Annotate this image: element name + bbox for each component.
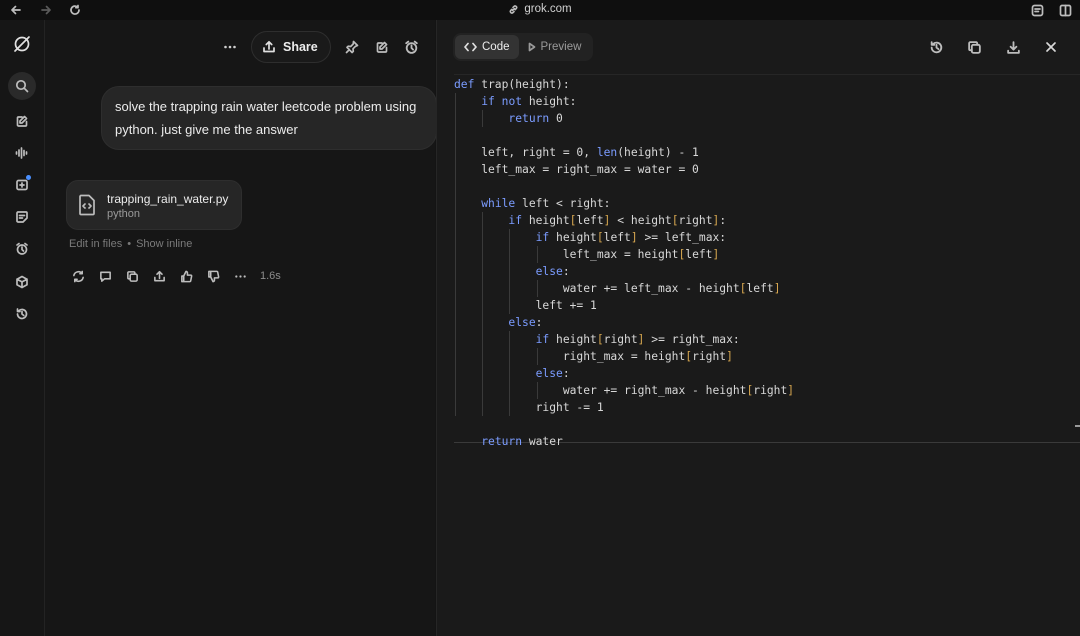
tab-code-label: Code bbox=[482, 41, 510, 53]
share-label: Share bbox=[283, 40, 318, 54]
file-attachment-card[interactable]: trapping_rain_water.py python bbox=[66, 180, 242, 230]
code-line: right_max = height[right] bbox=[454, 350, 733, 363]
download-icon[interactable] bbox=[1003, 37, 1023, 57]
copy-icon[interactable] bbox=[119, 267, 146, 285]
view-tabs: Code Preview bbox=[453, 33, 593, 61]
address-bar[interactable]: grok.com bbox=[0, 3, 1080, 15]
share-button[interactable]: Share bbox=[251, 31, 331, 63]
show-inline-link[interactable]: Show inline bbox=[136, 238, 192, 250]
play-icon bbox=[528, 42, 535, 52]
chat-toolbar: Share bbox=[215, 31, 427, 63]
comment-icon[interactable] bbox=[92, 267, 119, 285]
code-line: else: bbox=[508, 316, 543, 329]
code-line: left_max = height[left] bbox=[454, 248, 720, 261]
scroll-marker bbox=[1075, 425, 1080, 427]
browser-toolbar: grok.com bbox=[0, 0, 1080, 20]
indent-guide bbox=[455, 93, 456, 416]
separator: • bbox=[127, 238, 132, 250]
code-line: else: bbox=[535, 367, 570, 380]
code-line: water += left_max - height[left] bbox=[454, 282, 781, 295]
user-message: solve the trapping rain water leetcode p… bbox=[101, 86, 437, 150]
code-editor[interactable]: def trap(height): if not height: return … bbox=[454, 74, 1080, 448]
indent-guide bbox=[509, 229, 511, 314]
close-icon[interactable] bbox=[1041, 37, 1061, 57]
file-language: python bbox=[107, 208, 141, 220]
code-panel: Code Preview def trap(height): if not he… bbox=[436, 20, 1080, 636]
regenerate-icon[interactable] bbox=[65, 267, 92, 285]
left-nav bbox=[0, 20, 45, 636]
edit-in-files-link[interactable]: Edit in files bbox=[69, 238, 122, 250]
more-options-icon[interactable] bbox=[215, 32, 245, 62]
code-line: left, right = 0, len(height) - 1 bbox=[454, 146, 699, 159]
indent-guide bbox=[482, 212, 484, 416]
tab-preview[interactable]: Preview bbox=[519, 35, 591, 59]
code-line: left += 1 bbox=[454, 299, 597, 312]
code-line: if height[right] >= right_max: bbox=[535, 333, 740, 346]
code-line: if height[left] >= left_max: bbox=[535, 231, 727, 244]
response-actions: 1.6s bbox=[65, 267, 281, 285]
thumbs-up-icon[interactable] bbox=[173, 267, 200, 285]
code-line: while left < right: bbox=[481, 197, 611, 210]
url-text: grok.com bbox=[524, 3, 572, 15]
pin-icon[interactable] bbox=[337, 32, 367, 62]
file-name: trapping_rain_water.py bbox=[107, 192, 229, 206]
share-icon[interactable] bbox=[146, 267, 173, 285]
tasks-icon[interactable] bbox=[8, 235, 36, 263]
indent-guide bbox=[509, 331, 511, 416]
reader-icon[interactable] bbox=[1029, 2, 1045, 18]
thumbs-down-icon[interactable] bbox=[200, 267, 227, 285]
link-icon bbox=[509, 4, 518, 14]
search-icon[interactable] bbox=[8, 72, 36, 100]
notes-icon[interactable] bbox=[8, 203, 36, 231]
chat-panel: Share solve the trapping rain water leet… bbox=[45, 20, 437, 636]
indent-guide bbox=[536, 382, 538, 399]
file-links: Edit in files • Show inline bbox=[69, 238, 192, 250]
indent-guide bbox=[536, 280, 538, 297]
code-file-icon bbox=[77, 194, 97, 216]
alarm-icon[interactable] bbox=[397, 32, 427, 62]
indent-guide bbox=[536, 348, 538, 365]
history-icon[interactable] bbox=[926, 37, 946, 57]
grok-logo-icon[interactable] bbox=[8, 30, 36, 58]
more-options-icon[interactable] bbox=[227, 267, 254, 285]
code-line: return water bbox=[481, 435, 563, 448]
share-icon bbox=[263, 40, 275, 53]
code-line: right -= 1 bbox=[454, 401, 604, 414]
code-icon bbox=[464, 42, 477, 52]
notification-dot bbox=[26, 175, 31, 180]
code-line: water += right_max - height[right] bbox=[454, 384, 795, 397]
code-line: def trap(height): bbox=[454, 78, 570, 91]
workspace-icon[interactable] bbox=[8, 171, 36, 199]
indent-guide bbox=[482, 110, 484, 127]
tab-preview-label: Preview bbox=[540, 41, 582, 53]
code-line: if not height: bbox=[481, 95, 577, 108]
edit-icon[interactable] bbox=[367, 32, 397, 62]
code-line: left_max = right_max = water = 0 bbox=[454, 163, 699, 176]
copy-icon[interactable] bbox=[964, 37, 984, 57]
sidebar-toggle-icon[interactable] bbox=[1057, 2, 1073, 18]
response-time: 1.6s bbox=[260, 270, 281, 282]
code-line: return 0 bbox=[508, 112, 563, 125]
tab-code[interactable]: Code bbox=[455, 35, 519, 59]
history-icon[interactable] bbox=[8, 300, 36, 328]
projects-icon[interactable] bbox=[8, 268, 36, 296]
edit-icon[interactable] bbox=[8, 107, 36, 135]
indent-guide bbox=[536, 246, 538, 263]
code-line: else: bbox=[535, 265, 570, 278]
code-line: if height[left] < height[right]: bbox=[508, 214, 727, 227]
voice-icon[interactable] bbox=[8, 139, 36, 167]
